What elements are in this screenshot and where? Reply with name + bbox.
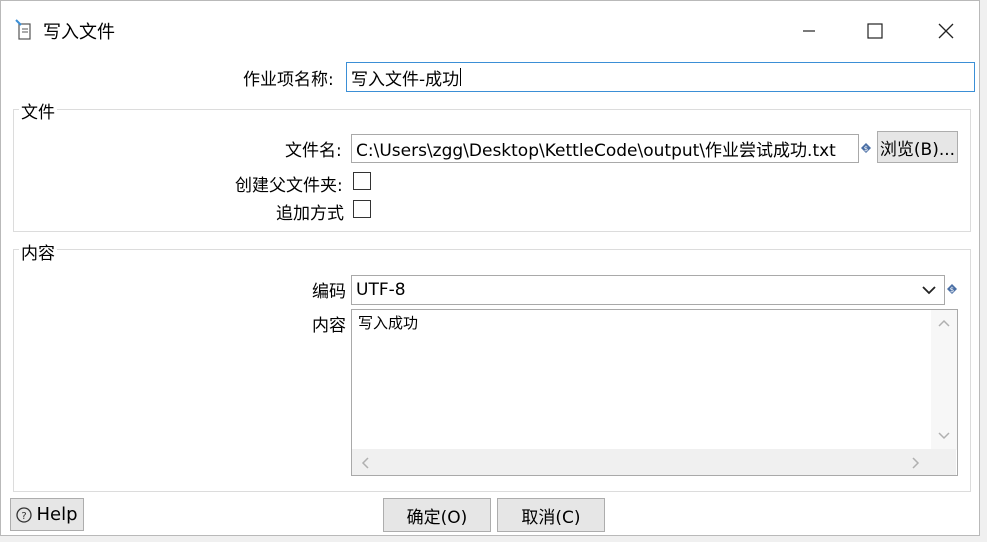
variable-icon[interactable]: $ — [947, 284, 957, 294]
ok-button[interactable]: 确定(O) — [383, 498, 491, 532]
filename-value: C:\Users\zgg\Desktop\KettleCode\output\作… — [356, 141, 836, 161]
minimize-button[interactable] — [786, 15, 832, 47]
file-group — [13, 109, 971, 232]
window-title: 写入文件 — [43, 22, 115, 43]
chevron-left-icon[interactable] — [361, 457, 369, 469]
content-textarea[interactable]: 写入成功 — [351, 309, 958, 476]
file-write-icon — [15, 19, 31, 40]
content-value: 写入成功 — [358, 314, 419, 332]
append-label: 追加方式 — [276, 204, 344, 224]
svg-text:$: $ — [950, 286, 954, 294]
encoding-value: UTF-8 — [356, 280, 406, 300]
chevron-down-icon[interactable] — [938, 432, 950, 440]
chevron-up-icon[interactable] — [938, 319, 950, 327]
content-label: 内容 — [312, 316, 346, 336]
text-cursor — [460, 68, 462, 86]
vertical-scrollbar[interactable] — [931, 310, 957, 450]
browse-button[interactable]: 浏览(B)... — [877, 131, 958, 163]
close-icon — [938, 23, 954, 39]
write-file-dialog: 写入文件 作业项名称: 写入文件-成功 文件 文件名: C:\Users\zgg… — [0, 0, 980, 536]
svg-text:$: $ — [864, 145, 868, 153]
maximize-icon — [867, 23, 883, 39]
create-parent-folder-checkbox[interactable] — [353, 172, 371, 190]
chevron-right-icon[interactable] — [912, 457, 920, 469]
cancel-button[interactable]: 取消(C) — [497, 498, 605, 532]
append-checkbox[interactable] — [353, 200, 371, 218]
filename-label: 文件名: — [285, 141, 342, 161]
chevron-down-icon — [922, 286, 936, 295]
help-icon: ? — [16, 506, 33, 523]
job-name-value: 写入文件-成功 — [351, 69, 460, 90]
help-button[interactable]: ? Help — [10, 498, 84, 531]
content-group-title: 内容 — [19, 239, 57, 264]
variable-icon[interactable]: $ — [861, 143, 871, 153]
title-bar: 写入文件 — [1, 1, 979, 61]
encoding-label: 编码 — [312, 282, 346, 302]
help-label: Help — [36, 504, 78, 525]
horizontal-scrollbar[interactable] — [352, 449, 956, 475]
maximize-button[interactable] — [852, 15, 898, 47]
svg-text:?: ? — [22, 511, 27, 522]
job-name-input[interactable]: 写入文件-成功 — [346, 62, 975, 92]
filename-input[interactable]: C:\Users\zgg\Desktop\KettleCode\output\作… — [351, 134, 859, 163]
file-group-title: 文件 — [19, 98, 57, 123]
encoding-select[interactable]: UTF-8 — [351, 275, 945, 305]
create-parent-folder-label: 创建父文件夹: — [235, 176, 343, 196]
minimize-icon — [803, 30, 815, 32]
close-button[interactable] — [923, 15, 969, 47]
job-name-label: 作业项名称: — [243, 70, 334, 90]
